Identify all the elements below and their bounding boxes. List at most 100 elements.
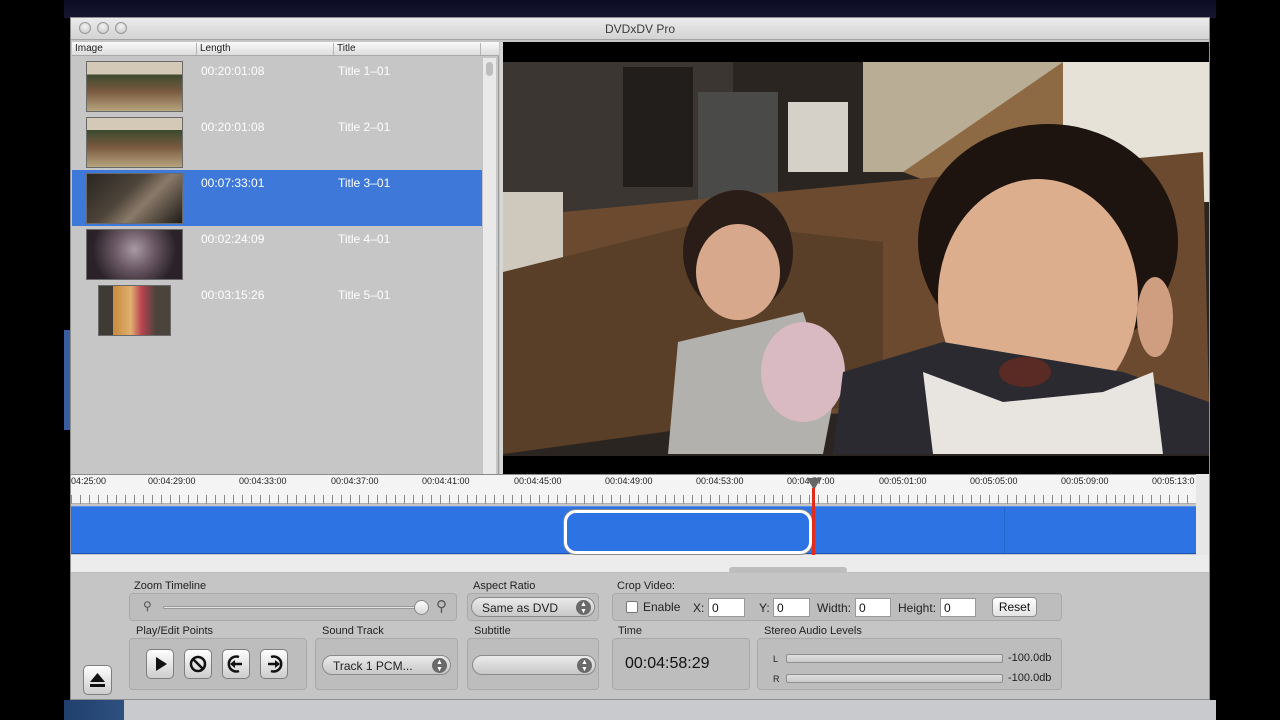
set-in-point-button[interactable] — [222, 649, 250, 679]
row-title: Title 5–01 — [338, 288, 391, 302]
screen-border-left — [0, 0, 64, 720]
subtitle-group: ▲ ▼ — [467, 638, 599, 690]
crop-y-label: Y: — [759, 601, 770, 615]
selected-segment[interactable] — [564, 510, 812, 554]
thumbnail-image — [86, 229, 183, 280]
ruler-tick-label: 00:04:41:00 — [422, 476, 470, 486]
eject-button[interactable] — [83, 665, 112, 695]
ruler-tick-label: 00:04:53:00 — [696, 476, 744, 486]
crop-enable-checkbox[interactable] — [626, 601, 638, 613]
timeline-track[interactable] — [71, 506, 1196, 554]
crop-y-field[interactable]: 0 — [773, 598, 810, 617]
play-button[interactable] — [146, 649, 174, 679]
ruler-tick-label: 00:04:33:00 — [239, 476, 287, 486]
ruler-ticks — [71, 495, 1209, 504]
timeline-end-cap — [1196, 474, 1209, 568]
thumbnail-image — [86, 61, 183, 112]
subtitle-label: Subtitle — [474, 625, 511, 637]
crop-height-field[interactable]: 0 — [940, 598, 976, 617]
out-point-icon — [268, 655, 283, 673]
list-header: Image Length Title — [72, 42, 499, 56]
sound-track-value: Track 1 PCM... — [333, 659, 413, 673]
eject-icon — [90, 673, 105, 687]
desktop-background-bottom — [64, 700, 1216, 720]
select-arrows-icon: ▲ ▼ — [577, 658, 592, 673]
track-divider — [1004, 507, 1005, 553]
ruler-tick-label: 00:04:37:00 — [331, 476, 379, 486]
row-length: 00:07:33:01 — [201, 176, 265, 190]
letterbox-bottom — [503, 456, 1209, 474]
title-bar[interactable]: DVDxDV Pro — [71, 18, 1209, 40]
select-arrows-icon: ▲ ▼ — [576, 600, 591, 615]
row-title: Title 4–01 — [338, 232, 391, 246]
row-length: 00:20:01:08 — [201, 120, 265, 134]
in-point-icon — [227, 655, 242, 673]
title-list[interactable]: Image Length Title 00:20:01:08 Title 1–0… — [72, 42, 499, 491]
ruler-tick-label: 00:04:45:00 — [514, 476, 562, 486]
set-out-point-button[interactable] — [260, 649, 288, 679]
thumbnail-image — [86, 117, 183, 168]
column-title[interactable]: Title — [334, 43, 481, 55]
video-frame-image — [503, 42, 1209, 474]
reset-button[interactable]: Reset — [992, 597, 1037, 617]
control-panel: Zoom Timeline ⚲ ⚲ Aspect Ratio Same as D… — [71, 574, 1209, 699]
zoom-slider-track[interactable] — [163, 606, 421, 609]
clear-points-button[interactable] — [184, 649, 212, 679]
column-image[interactable]: Image — [72, 43, 197, 55]
select-arrows-icon: ▲ ▼ — [432, 658, 447, 673]
list-item[interactable]: 00:02:24:09 Title 4–01 — [72, 226, 482, 282]
timeline-scroll-thumb[interactable] — [729, 567, 847, 573]
aspect-ratio-select[interactable]: Same as DVD ▲ ▼ — [471, 597, 595, 617]
video-preview — [503, 42, 1209, 474]
crop-x-label: X: — [693, 601, 705, 615]
audio-group: L -100.0db R -100.0db — [757, 638, 1062, 690]
row-title: Title 3–01 — [338, 176, 391, 190]
thumbnail-image — [86, 173, 183, 224]
aspect-ratio-value: Same as DVD — [482, 601, 559, 615]
row-length: 00:20:01:08 — [201, 64, 265, 78]
subtitle-select[interactable]: ▲ ▼ — [472, 655, 596, 675]
time-group: 00:04:58:29 — [612, 638, 750, 690]
zoom-slider-knob[interactable] — [414, 600, 429, 615]
left-level-meter — [786, 654, 1003, 663]
list-item[interactable]: 00:20:01:08 Title 1–01 — [72, 58, 482, 114]
sound-group: Track 1 PCM... ▲ ▼ — [315, 638, 458, 690]
list-item[interactable]: 00:03:15:26 Title 5–01 — [72, 282, 482, 338]
crop-video-label: Crop Video: — [617, 580, 675, 592]
desktop-background — [64, 0, 1216, 18]
zoom-group: ⚲ ⚲ — [129, 593, 457, 621]
timeline-ruler[interactable]: 04:25:00 00:04:29:00 00:04:33:00 00:04:3… — [71, 474, 1209, 504]
ruler-tick-label: 00:05:13:0 — [1152, 476, 1195, 486]
list-item[interactable]: 00:20:01:08 Title 2–01 — [72, 114, 482, 170]
left-channel-label: L — [773, 654, 779, 664]
column-length[interactable]: Length — [197, 43, 334, 55]
playhead[interactable] — [812, 488, 815, 564]
row-length: 00:02:24:09 — [201, 232, 265, 246]
time-label: Time — [618, 625, 643, 637]
row-title: Title 2–01 — [338, 120, 391, 134]
app-window: DVDxDV Pro Image Length Title 00:20:01:0… — [70, 17, 1210, 700]
zoom-label: Zoom Timeline — [134, 580, 207, 592]
play-icon — [156, 657, 167, 671]
crop-width-field[interactable]: 0 — [855, 598, 891, 617]
timeline-scrollbar[interactable] — [71, 555, 1209, 573]
crop-height-label: Height: — [898, 601, 937, 615]
sound-track-label: Sound Track — [322, 625, 384, 637]
crop-width-label: Width: — [817, 601, 852, 615]
aspect-ratio-label: Aspect Ratio — [473, 580, 536, 592]
play-edit-group — [129, 638, 307, 690]
sound-track-select[interactable]: Track 1 PCM... ▲ ▼ — [322, 655, 451, 675]
list-item-selected[interactable]: 00:07:33:01 Title 3–01 — [72, 170, 482, 226]
thumbnail-image — [98, 285, 171, 336]
ruler-tick-label: 00:04:29:00 — [148, 476, 196, 486]
aspect-group: Same as DVD ▲ ▼ — [467, 593, 599, 621]
letterbox-top — [503, 42, 1209, 62]
crop-x-field[interactable]: 0 — [708, 598, 745, 617]
right-channel-label: R — [773, 674, 780, 684]
ruler-tick-label: 00:05:05:00 — [970, 476, 1018, 486]
ruler-tick-label: 00:05:09:00 — [1061, 476, 1109, 486]
zoom-out-icon: ⚲ — [143, 599, 152, 613]
list-vertical-scrollbar[interactable] — [482, 58, 496, 474]
screen-border-right — [1216, 0, 1280, 720]
zoom-in-icon: ⚲ — [436, 598, 447, 615]
